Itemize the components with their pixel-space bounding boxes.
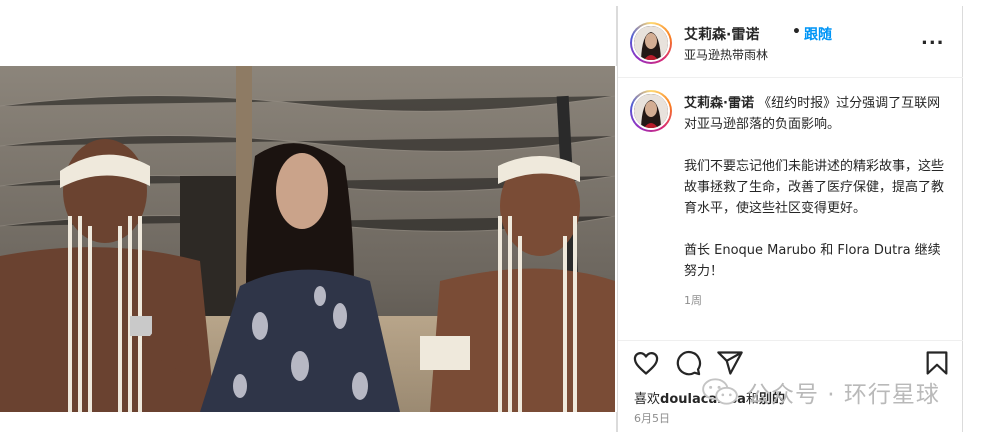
caption-username[interactable]: 艾莉森·雷诺 xyxy=(684,96,754,111)
separator-dot: • xyxy=(792,24,801,40)
likes-others[interactable]: 别的 xyxy=(759,392,785,407)
caption-avatar-photo xyxy=(634,94,668,128)
avatar-photo xyxy=(634,26,668,60)
caption-paragraph-3: 酋长 Enoque Marubo 和 Flora Dutra 继续努力！ xyxy=(684,243,941,279)
avatar[interactable] xyxy=(630,22,672,64)
post-header: 艾莉森·雷诺 • 跟随 亚马逊热带雨林 ... xyxy=(618,6,963,78)
share-icon[interactable] xyxy=(716,349,744,377)
author-username[interactable]: 艾莉森·雷诺 xyxy=(684,24,759,44)
comment-icon[interactable] xyxy=(674,349,702,377)
heart-icon[interactable] xyxy=(632,349,660,377)
avatar-image xyxy=(632,24,670,62)
bookmark-icon[interactable] xyxy=(923,349,951,377)
caption-avatar[interactable] xyxy=(630,90,672,132)
caption-paragraph-1: 艾莉森·雷诺 《纽约时报》过分强调了互联网对亚马逊部落的负面影响。 xyxy=(684,93,950,135)
post-location[interactable]: 亚马逊热带雨林 xyxy=(684,46,768,63)
caption-time-ago[interactable]: 1周 xyxy=(684,292,702,308)
caption-avatar-image xyxy=(632,92,670,130)
post-date[interactable]: 6月5日 xyxy=(634,410,670,426)
instagram-post: 艾莉森·雷诺 • 跟随 亚马逊热带雨林 ... 艾莉森·雷诺 《纽约时报》过分强… xyxy=(0,6,963,432)
post-side-panel: 艾莉森·雷诺 • 跟随 亚马逊热带雨林 ... 艾莉森·雷诺 《纽约时报》过分强… xyxy=(617,6,963,432)
post-photo-image xyxy=(0,66,615,412)
post-photo[interactable] xyxy=(0,66,615,412)
photo-bottom-padding xyxy=(0,412,617,432)
likes-and: 和 xyxy=(745,392,759,407)
likes-prefix: 喜欢 xyxy=(634,392,661,407)
caption-text: 艾莉森·雷诺 《纽约时报》过分强调了互联网对亚马逊部落的负面影响。 我们不要忘记… xyxy=(684,93,950,303)
post-actions xyxy=(618,340,963,380)
follow-button[interactable]: 跟随 xyxy=(804,24,832,44)
likes-user[interactable]: doulacaissa xyxy=(660,392,746,407)
more-options-icon[interactable]: ... xyxy=(921,28,945,49)
photo-top-padding xyxy=(0,6,617,66)
caption-paragraph-2: 我们不要忘记他们未能讲述的精彩故事，这些故事拯救了生命，改善了医疗保健，提高了教… xyxy=(684,159,945,216)
likes-summary: 喜欢doulacaissa和别的 xyxy=(634,388,785,407)
